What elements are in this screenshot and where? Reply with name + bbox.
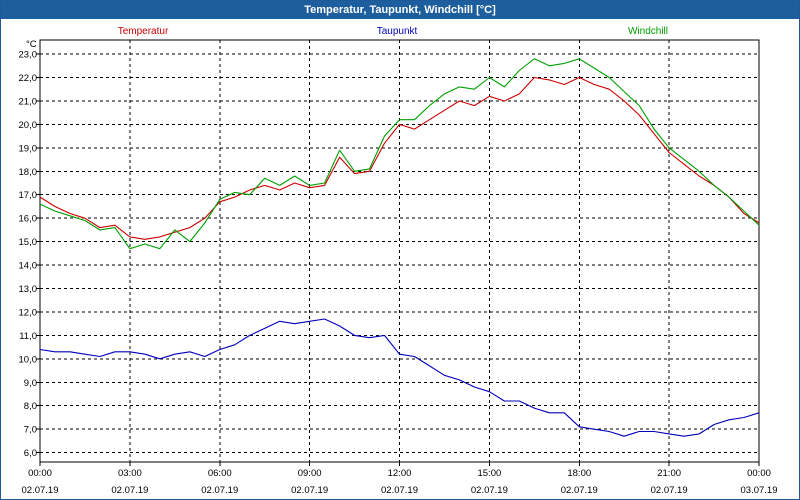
x-tick-date-label: 03.07.19 [741, 485, 778, 496]
y-tick-label: 6,0 [24, 448, 37, 459]
chart-grid [40, 40, 759, 462]
x-tick-time-label: 06:00 [208, 468, 232, 479]
x-tick-time-label: 09:00 [298, 468, 322, 479]
x-tick-time-label: 12:00 [388, 468, 412, 479]
y-tick-label: 18,0 [19, 167, 38, 178]
x-tick-date-label: 02.07.19 [561, 485, 598, 496]
legend-entry-windchill: Windchill [628, 26, 668, 37]
chart-canvas: 6,0 7,0 8,0 9,0 10,0 11,0 12,0 13,0 14,0 15,0 16,0… [19, 26, 778, 496]
x-tick-time-label: 21:00 [657, 468, 681, 479]
y-tick-label: 19,0 [19, 143, 38, 154]
y-tick-label: 16,0 [19, 214, 38, 225]
chart-series [39, 58, 760, 437]
y-tick-label: 14,0 [19, 261, 38, 272]
legend-entry-temperatur: Temperatur [118, 26, 169, 37]
y-tick-label: 17,0 [19, 190, 38, 201]
chart-legend: Temperatur Taupunkt Windchill [118, 26, 668, 37]
legend-entry-taupunkt: Taupunkt [377, 26, 418, 37]
x-tick-date-label: 02.07.19 [291, 485, 328, 496]
y-tick-label: 21,0 [19, 96, 38, 107]
x-tick-time-label: 18:00 [567, 468, 591, 479]
x-tick-date-label: 02.07.19 [22, 485, 59, 496]
x-tick-date-label: 02.07.19 [201, 485, 238, 496]
y-tick-label: 20,0 [19, 120, 38, 131]
y-tick-label: 8,0 [24, 401, 37, 412]
x-tick-date-label: 02.07.19 [471, 485, 508, 496]
y-tick-label: 12,0 [19, 307, 38, 318]
chart-axes: 6,0 7,0 8,0 9,0 10,0 11,0 12,0 13,0 14,0 15,0 16,0… [19, 39, 778, 496]
x-tick-date-label: 02.07.19 [111, 485, 148, 496]
y-tick-label: 15,0 [19, 237, 38, 248]
x-tick-date-label: 02.07.19 [651, 485, 688, 496]
y-tick-label: 11,0 [19, 331, 37, 342]
y-tick-label: 23,0 [19, 50, 38, 61]
x-tick-time-label: 00:00 [28, 468, 52, 479]
y-tick-label: 9,0 [24, 378, 37, 389]
y-tick-label: 22,0 [19, 73, 38, 84]
x-tick-time-label: 15:00 [477, 468, 501, 479]
x-tick-time-label: 00:00 [747, 468, 771, 479]
y-tick-label: 13,0 [19, 284, 38, 295]
y-axis-label: °C [26, 39, 37, 50]
x-tick-time-label: 03:00 [118, 468, 142, 479]
y-tick-label: 7,0 [24, 425, 37, 436]
y-tick-label: 10,0 [19, 354, 38, 365]
x-tick-date-label: 02.07.19 [381, 485, 418, 496]
